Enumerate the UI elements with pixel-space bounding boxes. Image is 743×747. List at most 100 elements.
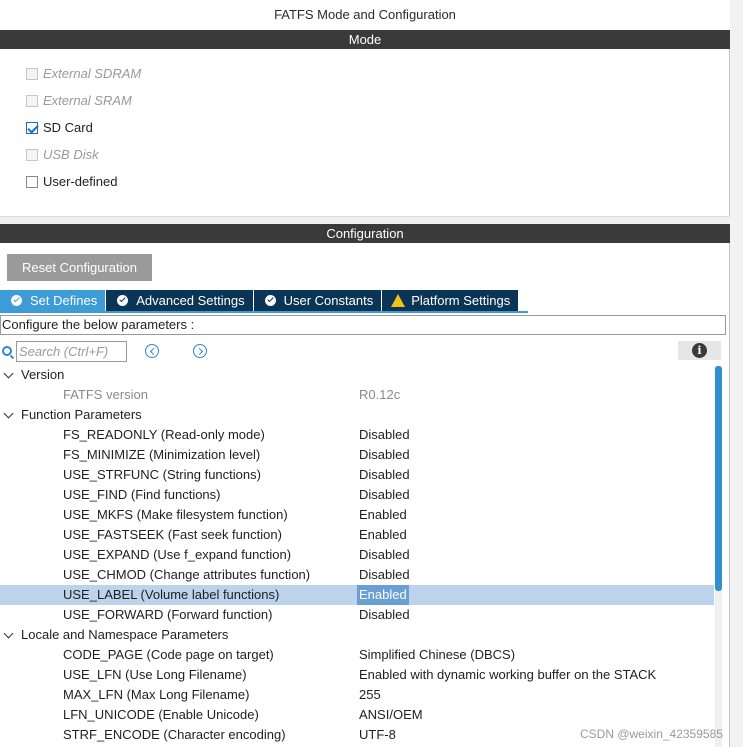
tab-label: Platform Settings (411, 293, 511, 308)
param-value[interactable]: ANSI/OEM (359, 705, 423, 725)
tab-set-defines[interactable]: Set Defines (0, 290, 107, 311)
chevron-down-icon[interactable] (3, 628, 14, 639)
search-input[interactable] (16, 340, 127, 362)
param-value[interactable]: Enabled (359, 525, 407, 545)
param-row-lfn-unicode[interactable]: LFN_UNICODE (Enable Unicode) ANSI/OEM (0, 705, 714, 725)
checkbox-external-sdram (26, 67, 38, 80)
config-tabs: Set Defines Advanced Settings User Const… (0, 290, 520, 311)
checkbox-label: USB Disk (43, 147, 99, 162)
tab-platform-settings[interactable]: Platform Settings (382, 290, 520, 311)
param-row-use-forward[interactable]: USE_FORWARD (Forward function) Disabled (0, 605, 714, 625)
param-row-use-chmod[interactable]: USE_CHMOD (Change attributes function) D… (0, 565, 714, 585)
tab-label: Set Defines (30, 293, 98, 308)
watermark: CSDN @weixin_42359585 (580, 727, 723, 741)
param-row-use-find[interactable]: USE_FIND (Find functions) Disabled (0, 485, 714, 505)
checkbox-label[interactable]: User-defined (43, 174, 117, 189)
param-row-use-label[interactable]: USE_LABEL (Volume label functions) Enabl… (0, 585, 714, 605)
param-row-use-fastseek[interactable]: USE_FASTSEEK (Fast seek function) Enable… (0, 525, 714, 545)
param-name: USE_FASTSEEK (Fast seek function) (63, 527, 282, 542)
previous-result-icon[interactable] (145, 344, 159, 358)
param-name: USE_LFN (Use Long Filename) (63, 667, 247, 682)
group-label: Function Parameters (21, 407, 142, 422)
mode-item-usb-disk: USB Disk (26, 141, 141, 168)
check-circle-icon (264, 295, 276, 306)
param-value[interactable]: Simplified Chinese (DBCS) (359, 645, 515, 665)
param-value: R0.12c (359, 387, 401, 402)
group-label: Version (21, 367, 65, 382)
search-bar (2, 340, 127, 362)
checkbox-user-defined[interactable] (26, 175, 38, 188)
info-icon: i (692, 343, 707, 358)
configure-instructions: Configure the below parameters : (0, 315, 726, 335)
param-name: USE_EXPAND (Use f_expand function) (63, 547, 292, 562)
chevron-down-icon[interactable] (3, 368, 14, 379)
param-value-dropdown[interactable]: Enabled (357, 585, 409, 605)
param-value[interactable]: Disabled (359, 605, 410, 625)
parameter-tree: Version FATFS version R0.12c Function Pa… (0, 365, 714, 745)
param-value[interactable]: UTF-8 (359, 725, 396, 745)
param-value[interactable]: 255 (359, 685, 381, 705)
param-row-fs-minimize[interactable]: FS_MINIMIZE (Minimization level) Disable… (0, 445, 714, 465)
checkbox-label[interactable]: SD Card (43, 120, 93, 135)
tree-group-version[interactable]: Version (0, 365, 714, 385)
param-name: FS_READONLY (Read-only mode) (63, 427, 265, 442)
warning-icon (391, 294, 406, 307)
param-row-fatfs-version: FATFS version R0.12c (0, 385, 714, 405)
param-name: USE_FIND (Find functions) (63, 487, 221, 502)
configuration-section-header: Configuration (0, 224, 730, 243)
param-name: CODE_PAGE (Code page on target) (63, 647, 274, 662)
param-value[interactable]: Disabled (359, 425, 410, 445)
tree-group-function-parameters[interactable]: Function Parameters (0, 405, 714, 425)
param-name: USE_STRFUNC (String functions) (63, 467, 261, 482)
tab-label: Advanced Settings (136, 293, 245, 308)
param-name: USE_LABEL (Volume label functions) (63, 587, 280, 602)
param-row-fs-readonly[interactable]: FS_READONLY (Read-only mode) Disabled (0, 425, 714, 445)
param-row-max-lfn[interactable]: MAX_LFN (Max Long Filename) 255 (0, 685, 714, 705)
window-edge (730, 0, 743, 747)
scrollbar-thumb[interactable] (715, 366, 722, 591)
next-result-icon[interactable] (193, 344, 207, 358)
param-name: STRF_ENCODE (Character encoding) (63, 727, 286, 742)
param-name: USE_CHMOD (Change attributes function) (63, 567, 311, 582)
chevron-down-icon[interactable] (3, 408, 14, 419)
mode-checkbox-list: External SDRAM External SRAM SD Card USB… (26, 60, 141, 195)
mode-item-external-sram: External SRAM (26, 87, 141, 114)
param-name: USE_MKFS (Make filesystem function) (63, 507, 288, 522)
mode-item-sd-card[interactable]: SD Card (26, 114, 141, 141)
param-value[interactable]: Enabled (359, 505, 407, 525)
param-row-use-lfn[interactable]: USE_LFN (Use Long Filename) Enabled with… (0, 665, 714, 685)
checkbox-label: External SDRAM (43, 66, 142, 81)
param-value[interactable]: Disabled (359, 465, 410, 485)
param-value[interactable]: Disabled (359, 445, 410, 465)
check-circle-icon (117, 295, 129, 306)
param-name: FS_MINIMIZE (Minimization level) (63, 447, 261, 462)
param-value[interactable]: Disabled (359, 485, 410, 505)
param-name: LFN_UNICODE (Enable Unicode) (63, 707, 259, 722)
param-row-use-expand[interactable]: USE_EXPAND (Use f_expand function) Disab… (0, 545, 714, 565)
param-value[interactable]: Disabled (359, 565, 410, 585)
param-name: MAX_LFN (Max Long Filename) (63, 687, 250, 702)
checkbox-external-sram (26, 94, 38, 107)
checkbox-usb-disk (26, 148, 38, 161)
param-value[interactable]: Disabled (359, 545, 410, 565)
tab-underline (0, 311, 528, 313)
tab-advanced-settings[interactable]: Advanced Settings (106, 290, 254, 311)
checkbox-sd-card[interactable] (26, 121, 38, 134)
param-row-code-page[interactable]: CODE_PAGE (Code page on target) Simplifi… (0, 645, 714, 665)
section-splitter[interactable] (0, 216, 730, 224)
tab-label: User Constants (283, 293, 374, 308)
mode-item-external-sdram: External SDRAM (26, 60, 141, 87)
param-row-use-mkfs[interactable]: USE_MKFS (Make filesystem function) Enab… (0, 505, 714, 525)
checkbox-label: External SRAM (43, 93, 132, 108)
mode-item-user-defined[interactable]: User-defined (26, 168, 141, 195)
param-value[interactable]: Enabled with dynamic working buffer on t… (359, 665, 656, 685)
tree-group-locale-namespace[interactable]: Locale and Namespace Parameters (0, 625, 714, 645)
tab-user-constants[interactable]: User Constants (253, 290, 383, 311)
window-title: FATFS Mode and Configuration (0, 0, 730, 30)
vertical-scrollbar[interactable] (715, 366, 722, 747)
param-name: USE_FORWARD (Forward function) (63, 607, 273, 622)
info-button[interactable]: i (678, 341, 721, 360)
reset-configuration-button[interactable]: Reset Configuration (7, 254, 152, 281)
search-icon (2, 346, 12, 356)
param-row-use-strfunc[interactable]: USE_STRFUNC (String functions) Disabled (0, 465, 714, 485)
